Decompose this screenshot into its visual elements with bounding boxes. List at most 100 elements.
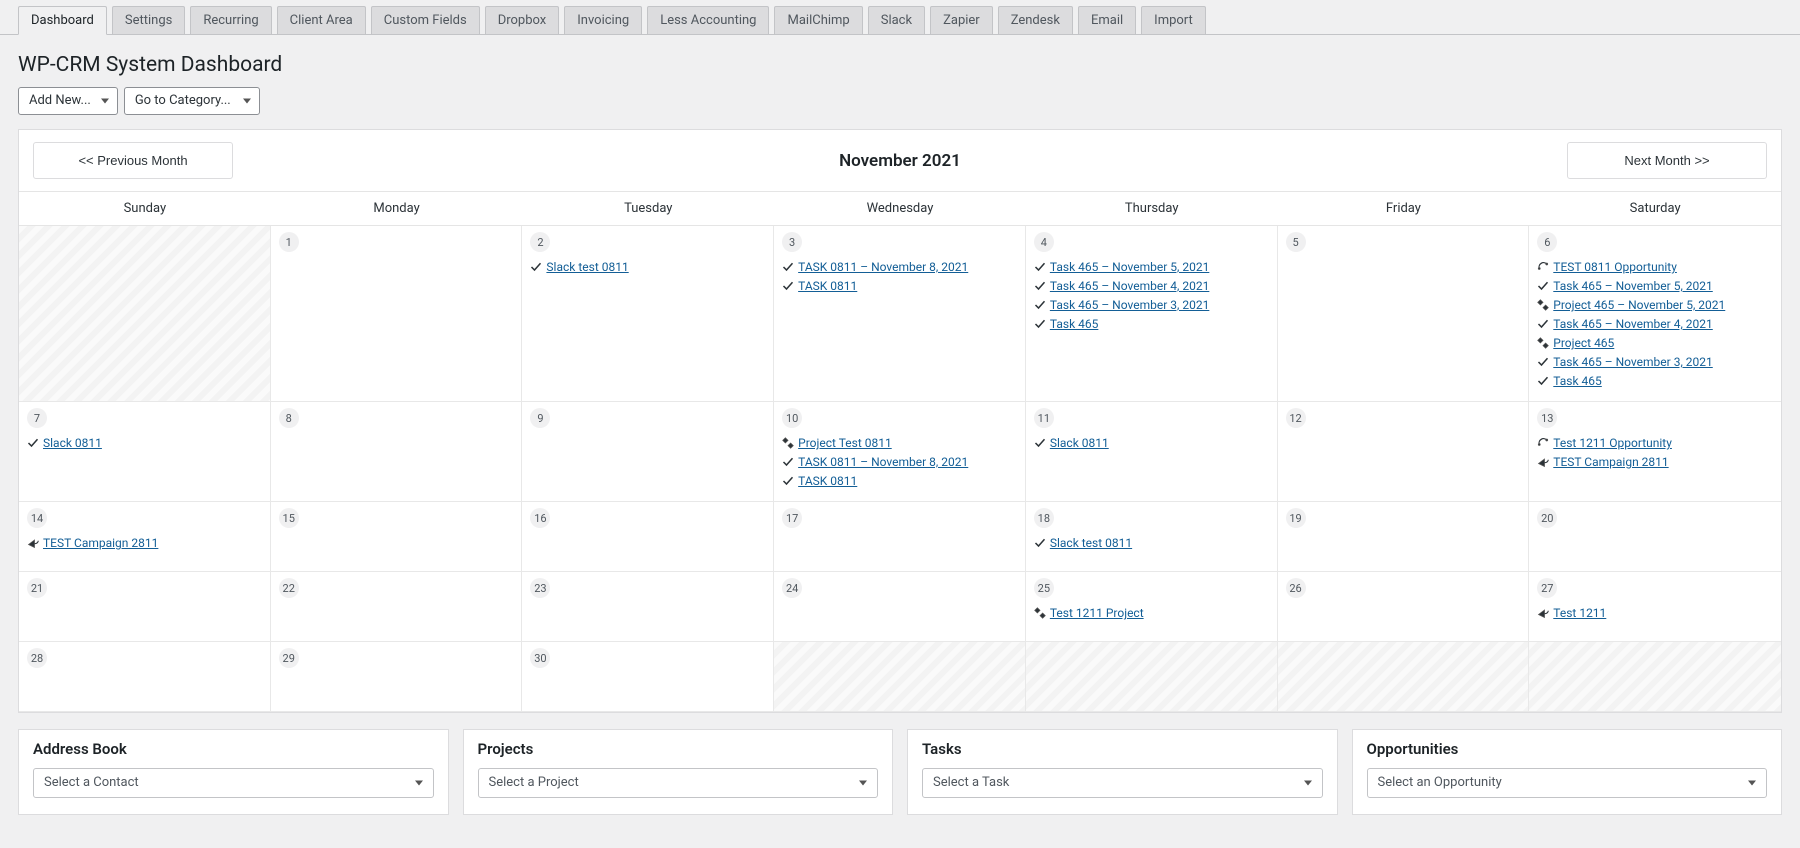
event-link[interactable]: Task 465 – November 5, 2021	[1050, 258, 1209, 276]
tab-custom-fields[interactable]: Custom Fields	[371, 6, 480, 34]
event-link[interactable]: Test 1211 Project	[1050, 604, 1144, 622]
event-link[interactable]: Test 1211	[1553, 604, 1606, 622]
next-month-button[interactable]: Next Month >>	[1567, 142, 1767, 179]
calendar-cell	[19, 226, 271, 402]
task-icon	[1537, 280, 1549, 292]
event-item: Task 465 – November 3, 2021	[1537, 353, 1773, 371]
select-contact-dropdown[interactable]: Select a Contact	[33, 768, 434, 798]
event-link[interactable]: TEST 0811 Opportunity	[1553, 258, 1677, 276]
event-link[interactable]: Task 465 – November 3, 2021	[1050, 296, 1209, 314]
tab-dashboard[interactable]: Dashboard	[18, 6, 107, 35]
tab-email[interactable]: Email	[1078, 6, 1136, 34]
calendar-day-header: Sunday	[19, 192, 271, 226]
event-link[interactable]: TASK 0811 – November 8, 2021	[798, 453, 968, 471]
event-link[interactable]: Slack 0811	[1050, 434, 1109, 452]
panel-title: Projects	[478, 740, 879, 758]
day-number: 24	[782, 578, 802, 598]
task-icon	[1034, 280, 1046, 292]
event-link[interactable]: Slack test 0811	[546, 258, 628, 276]
event-item: Task 465	[1034, 315, 1269, 333]
calendar-day-header: Thursday	[1026, 192, 1278, 226]
calendar-cell: 18 Slack test 0811	[1026, 502, 1278, 572]
event-item: Slack test 0811	[530, 258, 765, 276]
task-icon	[782, 280, 794, 292]
tab-invoicing[interactable]: Invoicing	[564, 6, 642, 34]
calendar-cell: 15	[271, 502, 523, 572]
events-list: TASK 0811 – November 8, 2021TASK 0811	[782, 258, 1017, 295]
calendar-grid: SundayMondayTuesdayWednesdayThursdayFrid…	[19, 191, 1781, 712]
prev-month-button[interactable]: << Previous Month	[33, 142, 233, 179]
event-link[interactable]: Project 465 – November 5, 2021	[1553, 296, 1725, 314]
calendar-cell: 26	[1278, 572, 1530, 642]
event-item: Slack test 0811	[1034, 534, 1269, 552]
event-link[interactable]: Task 465	[1553, 372, 1602, 390]
day-number: 1	[279, 232, 299, 252]
day-number: 8	[279, 408, 299, 428]
event-link[interactable]: Project Test 0811	[798, 434, 892, 452]
events-list: Task 465 – November 5, 2021Task 465 – No…	[1034, 258, 1269, 333]
calendar-header: << Previous Month November 2021 Next Mon…	[19, 130, 1781, 191]
event-link[interactable]: Task 465	[1050, 315, 1099, 333]
tab-dropbox[interactable]: Dropbox	[485, 6, 560, 34]
event-item: Project Test 0811	[782, 434, 1017, 452]
campaign-icon	[27, 537, 39, 549]
day-number: 29	[279, 648, 299, 668]
event-link[interactable]: Slack test 0811	[1050, 534, 1132, 552]
calendar-cell: 2Slack test 0811	[522, 226, 774, 402]
select-task-dropdown[interactable]: Select a Task	[922, 768, 1323, 798]
tab-client-area[interactable]: Client Area	[277, 6, 366, 34]
event-link[interactable]: Task 465 – November 3, 2021	[1553, 353, 1712, 371]
event-link[interactable]: TEST Campaign 2811	[1553, 453, 1668, 471]
event-link[interactable]: TASK 0811	[798, 277, 857, 295]
opportunity-icon	[1537, 437, 1549, 449]
calendar-day-header: Friday	[1278, 192, 1530, 226]
tab-zendesk[interactable]: Zendesk	[998, 6, 1073, 34]
event-link[interactable]: Test 1211 Opportunity	[1553, 434, 1672, 452]
event-item: TASK 0811 – November 8, 2021	[782, 453, 1017, 471]
event-item: TEST Campaign 2811	[27, 534, 262, 552]
day-number: 12	[1286, 408, 1306, 428]
tab-less-accounting[interactable]: Less Accounting	[647, 6, 769, 34]
day-number: 6	[1537, 232, 1557, 252]
event-item: TEST Campaign 2811	[1537, 453, 1773, 471]
select-opportunity-dropdown[interactable]: Select an Opportunity	[1367, 768, 1768, 798]
select-project-dropdown[interactable]: Select a Project	[478, 768, 879, 798]
campaign-icon	[1537, 607, 1549, 619]
event-link[interactable]: Task 465 – November 4, 2021	[1553, 315, 1712, 333]
task-icon	[782, 456, 794, 468]
event-link[interactable]: Task 465 – November 4, 2021	[1050, 277, 1209, 295]
calendar-cell: 7Slack 0811	[19, 402, 271, 502]
event-link[interactable]: Slack 0811	[43, 434, 102, 452]
add-new-dropdown[interactable]: Add New...	[18, 87, 118, 115]
opportunity-icon	[1537, 261, 1549, 273]
tab-slack[interactable]: Slack	[868, 6, 925, 34]
event-item: Project 465	[1537, 334, 1773, 352]
event-link[interactable]: TEST Campaign 2811	[43, 534, 158, 552]
tab-zapier[interactable]: Zapier	[930, 6, 993, 34]
tab-import[interactable]: Import	[1141, 6, 1206, 34]
calendar-cell: 29	[271, 642, 523, 712]
calendar-cell: 25Test 1211 Project	[1026, 572, 1278, 642]
day-number: 22	[279, 578, 299, 598]
calendar-cell: 17	[774, 502, 1026, 572]
event-link[interactable]: TASK 0811	[798, 472, 857, 490]
event-link[interactable]: Task 465 – November 5, 2021	[1553, 277, 1712, 295]
calendar-cell	[1529, 642, 1781, 712]
day-number: 5	[1286, 232, 1306, 252]
day-number: 17	[782, 508, 802, 528]
event-item: Task 465 – November 3, 2021	[1034, 296, 1269, 314]
event-link[interactable]: TASK 0811 – November 8, 2021	[798, 258, 968, 276]
day-number: 4	[1034, 232, 1054, 252]
task-icon	[1537, 375, 1549, 387]
calendar-cell: 21	[19, 572, 271, 642]
tab-recurring[interactable]: Recurring	[190, 6, 271, 34]
event-link[interactable]: Project 465	[1553, 334, 1614, 352]
tab-mailchimp[interactable]: MailChimp	[774, 6, 862, 34]
day-number: 18	[1034, 508, 1054, 528]
events-list: Slack test 0811	[1034, 534, 1269, 552]
tab-settings[interactable]: Settings	[112, 6, 185, 34]
events-list: Test 1211 OpportunityTEST Campaign 2811	[1537, 434, 1773, 471]
calendar-cell: 3TASK 0811 – November 8, 2021TASK 0811	[774, 226, 1026, 402]
calendar-cell: 20	[1529, 502, 1781, 572]
go-to-category-dropdown[interactable]: Go to Category...	[124, 87, 260, 115]
